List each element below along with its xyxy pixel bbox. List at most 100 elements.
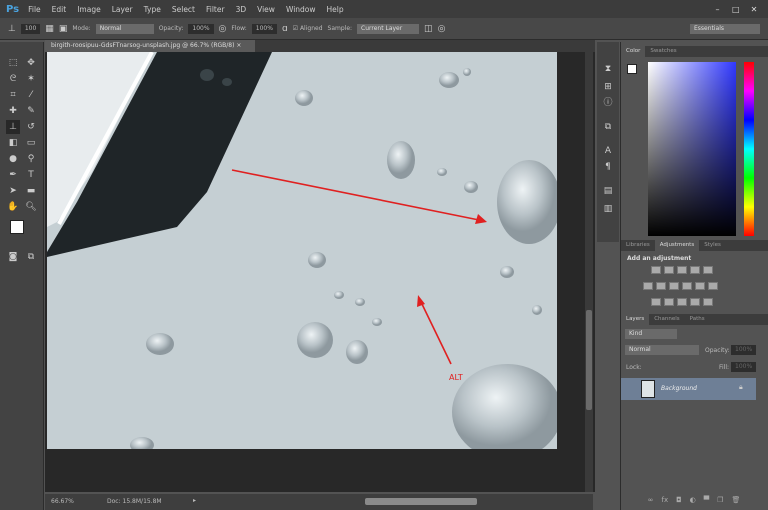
- close-tab-icon[interactable]: ×: [236, 42, 241, 49]
- color-fg-swatch[interactable]: [627, 64, 637, 74]
- tab-swatches[interactable]: Swatches: [645, 46, 681, 57]
- menu-select[interactable]: Select: [172, 5, 195, 14]
- eyedropper-icon[interactable]: ⁄: [24, 88, 38, 102]
- curves-icon[interactable]: [677, 266, 687, 274]
- menu-window[interactable]: Window: [286, 5, 316, 14]
- brush-size[interactable]: 100: [20, 23, 41, 34]
- sample-select[interactable]: Current Layer: [357, 23, 420, 34]
- rectangle-tool-icon[interactable]: ▬: [24, 184, 38, 198]
- horizontal-scroll-thumb[interactable]: [365, 498, 477, 505]
- clone-stamp-icon[interactable]: ⊥: [8, 24, 16, 34]
- tab-styles[interactable]: Styles: [699, 240, 726, 251]
- properties-icon[interactable]: ⊞: [601, 80, 615, 94]
- tab-paths[interactable]: Paths: [685, 314, 710, 325]
- healing-brush-icon[interactable]: ✚: [6, 104, 20, 118]
- pen-tool-icon[interactable]: ✒: [6, 168, 20, 182]
- brush-tool-icon[interactable]: ✎: [24, 104, 38, 118]
- tab-channels[interactable]: Channels: [649, 314, 684, 325]
- notes-icon[interactable]: ▥: [601, 202, 615, 216]
- color-lookup-icon[interactable]: [708, 282, 718, 290]
- history-icon[interactable]: ⧗: [601, 62, 615, 76]
- vertical-scroll-thumb[interactable]: [586, 310, 592, 410]
- path-select-icon[interactable]: ➤: [6, 184, 20, 198]
- menu-edit[interactable]: Edit: [52, 5, 67, 14]
- document-tab[interactable]: birgith-roosipuu-GdsFTnarsog-unsplash.jp…: [45, 40, 255, 52]
- link-icon[interactable]: ∞: [648, 496, 654, 510]
- vertical-scrollbar[interactable]: [585, 52, 593, 492]
- new-layer-icon[interactable]: ❐: [717, 496, 723, 510]
- mode-select[interactable]: Normal: [95, 23, 154, 34]
- tab-libraries[interactable]: Libraries: [621, 240, 655, 251]
- invert-icon[interactable]: [651, 298, 661, 306]
- menu-view[interactable]: View: [257, 5, 275, 14]
- hand-tool-icon[interactable]: ✋: [6, 200, 20, 214]
- photo-filter-icon[interactable]: [682, 282, 692, 290]
- document-canvas[interactable]: ALT: [47, 52, 557, 449]
- vibrance-icon[interactable]: [703, 266, 713, 274]
- threshold-icon[interactable]: [677, 298, 687, 306]
- menu-help[interactable]: Help: [327, 5, 344, 14]
- fx-icon[interactable]: fx: [662, 496, 669, 510]
- crop-tool-icon[interactable]: ⌗: [6, 88, 20, 102]
- workspace-select[interactable]: Essentials: [690, 23, 760, 34]
- zoom-level[interactable]: 66.67%: [51, 498, 74, 505]
- quick-mask-icon[interactable]: ◙: [6, 250, 20, 264]
- move-tool-icon[interactable]: ✥: [24, 56, 38, 70]
- opacity-input[interactable]: 100%: [188, 23, 214, 34]
- gradient-icon[interactable]: ▭: [24, 136, 38, 150]
- tab-color[interactable]: Color: [621, 46, 646, 57]
- marquee-tool-icon[interactable]: ⬚: [6, 56, 20, 70]
- magic-wand-icon[interactable]: ✶: [24, 72, 38, 86]
- layer-name[interactable]: Background: [661, 385, 697, 392]
- gradient-map-icon[interactable]: [703, 298, 713, 306]
- fill-input[interactable]: 100%: [731, 362, 757, 372]
- brightness-icon[interactable]: [651, 266, 661, 274]
- layer-row-background[interactable]: Background 🔒︎: [621, 378, 756, 400]
- mask-icon[interactable]: ◘: [676, 496, 682, 510]
- brush-presets-icon[interactable]: ▤: [601, 184, 615, 198]
- clone-source-icon[interactable]: ▣: [59, 24, 68, 34]
- blur-icon[interactable]: ●: [6, 152, 20, 166]
- pressure-opacity-icon[interactable]: ◎: [219, 24, 227, 34]
- selective-color-icon[interactable]: [690, 298, 700, 306]
- minimize-button[interactable]: –: [710, 4, 726, 15]
- maximize-button[interactable]: □: [728, 4, 744, 15]
- type-tool-icon[interactable]: T: [24, 168, 38, 182]
- tab-adjustments[interactable]: Adjustments: [654, 240, 700, 251]
- eraser-icon[interactable]: ◧: [6, 136, 20, 150]
- foreground-color-swatch[interactable]: [10, 220, 24, 234]
- menu-filter[interactable]: Filter: [206, 5, 225, 14]
- exposure-icon[interactable]: [690, 266, 700, 274]
- trash-icon[interactable]: 🗑︎: [731, 496, 740, 510]
- screen-mode-icon[interactable]: ⧉: [24, 250, 38, 264]
- menu-layer[interactable]: Layer: [112, 5, 133, 14]
- clone-stamp-tool-icon[interactable]: ⊥: [6, 120, 20, 134]
- layer-filter-select[interactable]: Kind: [625, 329, 677, 339]
- menu-file[interactable]: File: [28, 5, 41, 14]
- paragraph-icon[interactable]: ¶: [601, 160, 615, 174]
- clone-source-panel-icon[interactable]: ⧉: [601, 120, 615, 134]
- color-balance-icon[interactable]: [656, 282, 666, 290]
- ignore-adjustment-icon[interactable]: ◫: [424, 24, 433, 34]
- pressure-size-icon[interactable]: ◎: [438, 24, 446, 34]
- menu-image[interactable]: Image: [77, 5, 101, 14]
- zoom-tool-icon[interactable]: 🔍︎: [24, 200, 38, 214]
- aligned-checkbox[interactable]: ☑ Aligned: [293, 25, 323, 32]
- group-icon[interactable]: ▀: [704, 496, 709, 510]
- character-icon[interactable]: A: [601, 144, 615, 158]
- dodge-icon[interactable]: ⚲: [24, 152, 38, 166]
- adjustment-layer-icon[interactable]: ◐: [690, 496, 696, 510]
- status-menu-arrow-icon[interactable]: ▸: [193, 497, 196, 504]
- lasso-tool-icon[interactable]: ᘓ: [6, 72, 20, 86]
- info-icon[interactable]: ⓘ: [601, 96, 615, 110]
- hue-sat-icon[interactable]: [643, 282, 653, 290]
- color-picker-field[interactable]: [648, 62, 736, 236]
- tab-layers[interactable]: Layers: [621, 314, 650, 325]
- layer-opacity-input[interactable]: 100%: [731, 345, 757, 355]
- channel-mixer-icon[interactable]: [695, 282, 705, 290]
- blend-mode-select[interactable]: Normal: [625, 345, 699, 355]
- airbrush-icon[interactable]: ɑ: [282, 24, 288, 34]
- black-white-icon[interactable]: [669, 282, 679, 290]
- hue-slider[interactable]: [744, 62, 754, 236]
- flow-input[interactable]: 100%: [251, 23, 277, 34]
